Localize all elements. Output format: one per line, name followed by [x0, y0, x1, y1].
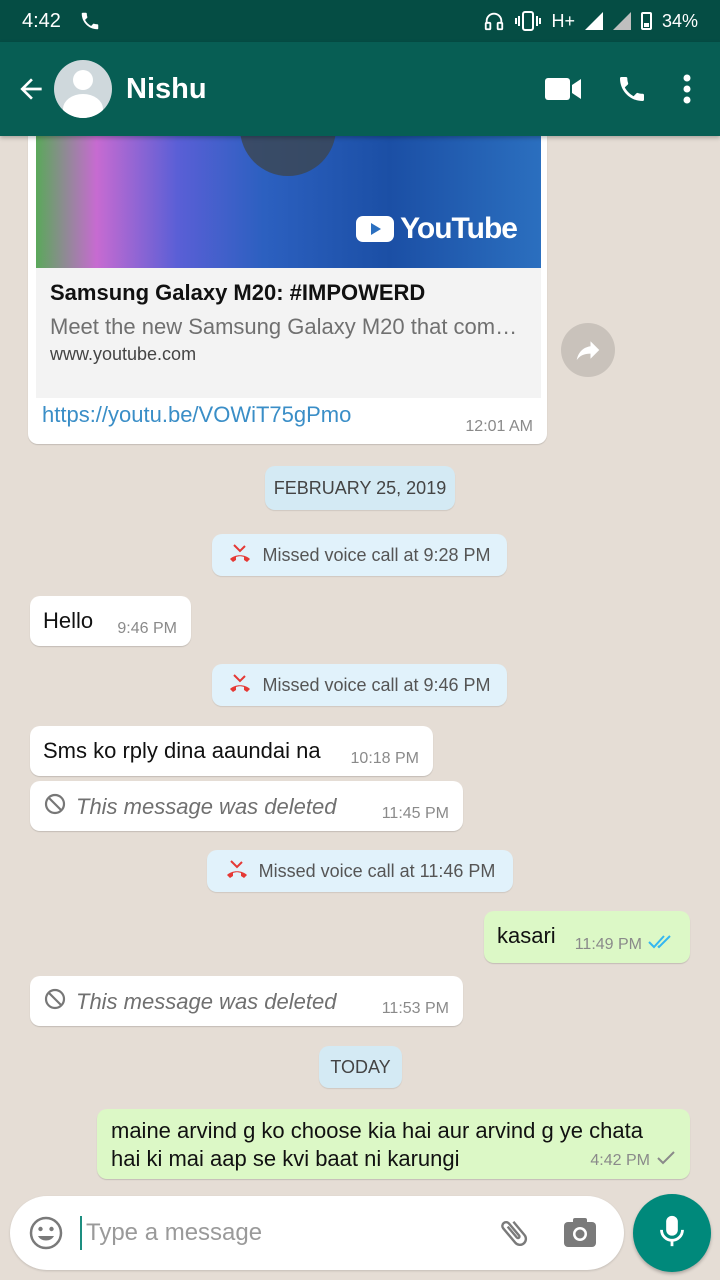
incoming-message[interactable]: Hello 9:46 PM — [30, 596, 191, 646]
double-check-icon — [648, 934, 676, 955]
video-thumbnail[interactable]: YouTube — [36, 136, 541, 268]
headset-icon — [483, 10, 505, 32]
phone-icon — [79, 10, 101, 32]
mic-button[interactable] — [633, 1194, 711, 1272]
missed-call-notice[interactable]: Missed voice call at 9:28 PM — [212, 534, 507, 576]
message-text: This message was deleted — [76, 989, 337, 1014]
contact-name[interactable]: Nishu — [126, 73, 207, 106]
message-time: 11:45 PM — [381, 805, 449, 822]
mic-icon — [658, 1213, 686, 1254]
voice-call-icon[interactable] — [616, 73, 648, 105]
message-input[interactable] — [80, 1216, 492, 1250]
preview-domain: www.youtube.com — [50, 344, 197, 364]
outgoing-message[interactable]: maine arvind g ko choose kia hai aur arv… — [97, 1109, 690, 1179]
status-bar: 4:42 H+ 34% — [0, 0, 720, 42]
avatar[interactable] — [54, 60, 112, 118]
message-time: 11:53 PM — [381, 1000, 449, 1017]
message-line: maine arvind g ko choose kia hai aur arv… — [111, 1118, 643, 1143]
status-time: 4:42 — [22, 9, 61, 32]
date-text: TODAY — [330, 1056, 391, 1077]
missed-call-icon — [228, 543, 252, 568]
chat-area[interactable]: YouTube Samsung Galaxy M20: #IMPOWERD Me… — [0, 136, 720, 1188]
forward-icon[interactable] — [561, 323, 615, 377]
chat-header: Nishu — [0, 42, 720, 136]
message-time: 4:42 PM — [590, 1151, 650, 1169]
message-link[interactable]: https://youtu.be/VOWiT75gPmo — [42, 402, 351, 428]
signal-icon-sim2 — [612, 12, 631, 30]
signal-icon — [584, 12, 603, 30]
attach-icon[interactable] — [492, 1211, 536, 1255]
vibrate-icon — [515, 10, 542, 32]
missed-call-text: Missed voice call at 9:46 PM — [262, 674, 491, 695]
blocked-icon — [44, 793, 66, 821]
message-time: 12:01 AM — [465, 418, 533, 435]
camera-icon[interactable] — [558, 1211, 602, 1255]
message-text: This message was deleted — [76, 794, 337, 819]
single-check-icon — [656, 1150, 676, 1171]
video-call-icon[interactable] — [544, 76, 582, 102]
message-text: Hello — [43, 608, 94, 633]
message-time: 10:18 PM — [350, 750, 419, 767]
missed-call-notice[interactable]: Missed voice call at 9:46 PM — [212, 664, 507, 706]
emoji-icon[interactable] — [26, 1213, 66, 1253]
status-right: H+ 34% — [483, 10, 698, 32]
message-time: 9:46 PM — [117, 620, 177, 637]
missed-call-text: Missed voice call at 11:46 PM — [258, 860, 496, 881]
date-divider: TODAY — [319, 1046, 402, 1088]
preview-description: Meet the new Samsung Galaxy M20 that com… — [50, 314, 527, 339]
preview-title: Samsung Galaxy M20: #IMPOWERD — [50, 280, 426, 305]
compose-bar — [10, 1196, 624, 1270]
network-type: H+ — [551, 10, 575, 31]
youtube-brand: YouTube — [400, 212, 518, 245]
missed-call-text: Missed voice call at 9:28 PM — [262, 544, 491, 565]
more-vert-icon[interactable] — [682, 73, 692, 105]
outgoing-message[interactable]: kasari 11:49 PM — [484, 911, 690, 963]
date-text: FEBRUARY 25, 2019 — [273, 477, 447, 498]
message-text: kasari — [497, 923, 556, 948]
back-arrow-icon[interactable] — [8, 66, 54, 112]
blocked-icon — [44, 988, 66, 1016]
link-preview-card[interactable]: Samsung Galaxy M20: #IMPOWERD Meet the n… — [36, 268, 541, 398]
play-icon[interactable] — [240, 136, 336, 176]
missed-call-icon — [228, 673, 252, 698]
link-preview-message[interactable]: YouTube Samsung Galaxy M20: #IMPOWERD Me… — [28, 136, 547, 444]
youtube-logo: YouTube — [356, 212, 518, 246]
message-time: 11:49 PM — [574, 935, 642, 953]
battery-icon — [640, 12, 652, 30]
deleted-message[interactable]: This message was deleted 11:45 PM — [30, 781, 463, 831]
date-divider: FEBRUARY 25, 2019 — [265, 466, 455, 510]
incoming-message[interactable]: Sms ko rply dina aaundai na 10:18 PM — [30, 726, 433, 776]
message-line: hai ki mai aap se kvi baat ni karungi — [111, 1146, 460, 1171]
battery-level: 34% — [661, 10, 698, 31]
missed-call-notice[interactable]: Missed voice call at 11:46 PM — [207, 850, 513, 892]
message-text: Sms ko rply dina aaundai na — [43, 738, 321, 763]
missed-call-icon — [225, 859, 249, 884]
deleted-message[interactable]: This message was deleted 11:53 PM — [30, 976, 463, 1026]
message-text: maine arvind g ko choose kia hai aur arv… — [111, 1117, 643, 1173]
